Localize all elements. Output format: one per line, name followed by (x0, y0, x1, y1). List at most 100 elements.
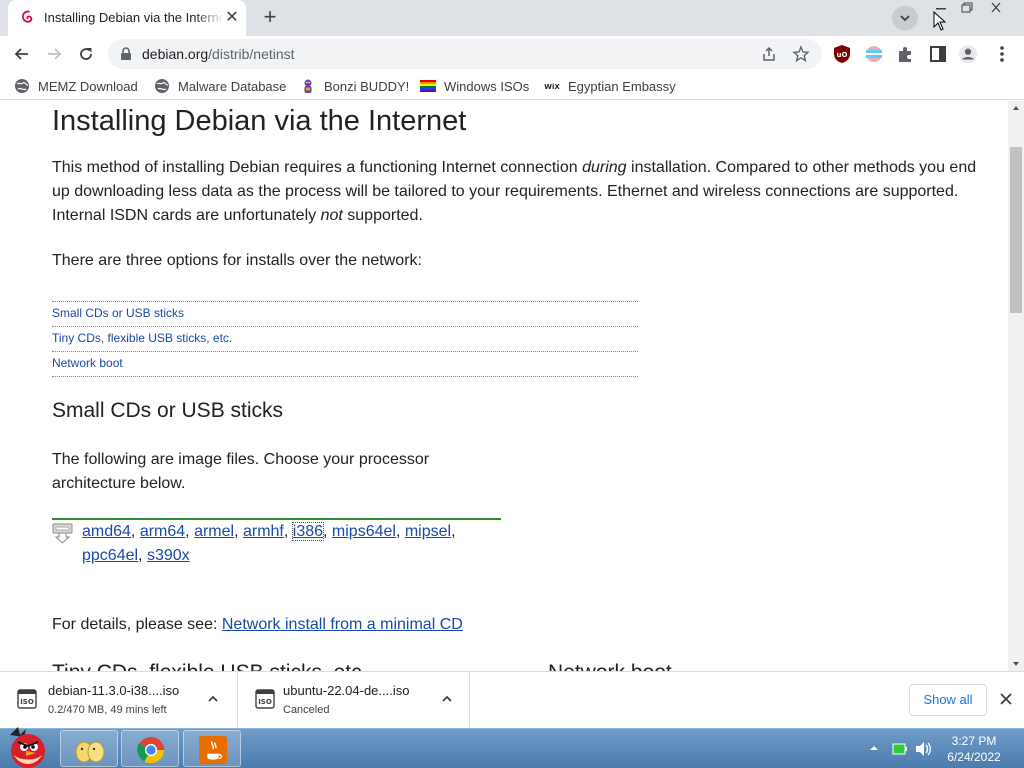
bookmark-memz-download[interactable]: MEMZ Download (14, 76, 138, 96)
download-status: Canceled (283, 704, 330, 716)
taskbar-app-chrome[interactable] (121, 730, 179, 767)
bookmark-label: Windows ISOs (444, 78, 530, 94)
profile-avatar-icon[interactable] (958, 44, 978, 64)
download-status: 0.2/470 MB, 49 mins left (48, 704, 167, 716)
taskbar-app-explorer[interactable] (60, 730, 118, 767)
restore-window-button[interactable] (954, 0, 980, 16)
options-text: There are three options for installs ove… (52, 252, 422, 269)
arch-link-mipsel[interactable]: mipsel (405, 523, 451, 540)
bookmark-malware-database[interactable]: Malware Database (154, 76, 286, 96)
next-section-heading: Tiny CDs, flexible USB sticks, etc. (52, 661, 367, 671)
bookmark-star-icon[interactable] (792, 45, 810, 63)
bonzi-icon (304, 79, 312, 93)
download-item[interactable]: ISO debian-11.3.0-i38....iso 0.2/470 MB,… (0, 672, 238, 728)
toc-link-tiny-cds[interactable]: Tiny CDs, flexible USB sticks, etc. (52, 327, 638, 352)
address-bar[interactable]: debian.org/distrib/netinst (108, 39, 822, 69)
svg-text:WiX: WiX (544, 83, 560, 91)
arrow-left-icon (14, 48, 28, 60)
back-button[interactable] (8, 40, 36, 68)
intro-emphasis-not: not (320, 207, 343, 224)
scroll-thumb[interactable] (1010, 147, 1022, 313)
lock-icon (121, 47, 131, 60)
arch-link-mips64el[interactable]: mips64el (332, 523, 396, 540)
iso-file-icon: ISO (255, 689, 275, 709)
bookmark-egyptian-embassy[interactable]: WiX Egyptian Embassy (544, 76, 676, 96)
forward-button[interactable] (40, 40, 68, 68)
chick-folder-icon (75, 741, 105, 763)
chrome-icon (137, 736, 165, 764)
clock-date: 6/24/2022 (947, 750, 1001, 764)
tab-close-button[interactable]: ✕ (222, 8, 242, 28)
details-prefix: For details, please see: (52, 616, 222, 633)
browser-toolbar: debian.org/distrib/netinst uO (0, 36, 1024, 72)
clock-time: 3:27 PM (951, 734, 997, 748)
iso-file-icon: ISO (17, 689, 37, 709)
side-panel-icon[interactable] (928, 44, 948, 64)
bookmark-label: Bonzi BUDDY! (324, 78, 410, 94)
chevron-up-icon[interactable] (206, 692, 220, 706)
arch-link-armel[interactable]: armel (194, 523, 234, 540)
scroll-down-icon[interactable] (1008, 657, 1024, 671)
tab-title-fade (194, 6, 224, 30)
share-icon[interactable] (760, 45, 778, 63)
intro-text-1: This method of installing Debian require… (52, 159, 583, 176)
architecture-links: amd64, arm64, armel, armhf, i386, mips64… (82, 522, 456, 564)
svg-text:ISO: ISO (20, 698, 34, 706)
chevron-down-icon (900, 15, 910, 22)
bookmark-label: MEMZ Download (38, 78, 138, 94)
close-icon[interactable] (996, 689, 1016, 709)
intro-text-3: supported. (342, 207, 423, 224)
image-files-text: The following are image files. Choose yo… (52, 451, 430, 492)
new-tab-button[interactable]: + (256, 5, 284, 31)
bookmark-bonzi-buddy[interactable]: Bonzi BUDDY! (300, 76, 409, 96)
tab-strip: Installing Debian via the Internet ✕ + (0, 0, 1024, 36)
download-item[interactable]: ISO ubuntu-22.04-de....iso Canceled (238, 672, 470, 728)
rainbow-flag-icon (420, 80, 436, 92)
kebab-menu-icon[interactable] (992, 44, 1012, 64)
toc-link-network-boot[interactable]: Network boot (52, 352, 638, 377)
vertical-scrollbar[interactable] (1008, 101, 1024, 671)
windows-taskbar: 3:27 PM 6/24/2022 (0, 725, 1024, 768)
url-host: debian.org (142, 46, 209, 62)
java-icon (198, 735, 228, 765)
extensions-puzzle-icon[interactable] (896, 44, 916, 64)
power-plug-icon[interactable] (892, 743, 908, 755)
page-content: Installing Debian via the Internet This … (0, 101, 1008, 671)
wix-icon: WiX (544, 83, 560, 91)
bookmark-label: Malware Database (178, 78, 287, 94)
download-filename: debian-11.3.0-i38....iso (48, 683, 180, 698)
system-clock[interactable]: 3:27 PM 6/24/2022 (938, 733, 1010, 765)
arch-link-arm64[interactable]: arm64 (140, 523, 185, 540)
scroll-up-icon[interactable] (1008, 101, 1024, 115)
bookmark-label: Egyptian Embassy (568, 78, 676, 94)
intro-emphasis-during: during (582, 159, 627, 176)
volume-icon[interactable] (914, 741, 932, 757)
network-install-link[interactable]: Network install from a minimal CD (222, 616, 463, 633)
arch-link-s390x[interactable]: s390x (147, 547, 190, 564)
arrow-right-icon (48, 48, 62, 60)
svg-text:ISO: ISO (258, 698, 272, 706)
arch-link-armhf[interactable]: armhf (243, 523, 284, 540)
ublock-origin-icon[interactable]: uO (832, 44, 852, 64)
restore-icon (961, 2, 973, 13)
taskbar-app-java[interactable] (183, 730, 241, 767)
show-all-downloads-button[interactable]: Show all (909, 684, 987, 716)
section-title: Small CDs or USB sticks (52, 399, 284, 422)
reload-button[interactable] (72, 40, 100, 68)
bookmark-windows-isos[interactable]: Windows ISOs (420, 76, 529, 96)
url-text: debian.org/distrib/netinst (142, 46, 295, 62)
show-hidden-icons-icon[interactable] (869, 743, 879, 753)
arch-link-i386[interactable]: i386 (291, 522, 325, 541)
angry-bird-start-icon (10, 727, 45, 768)
arch-link-amd64[interactable]: amd64 (82, 523, 131, 540)
trans-flag-extension-icon[interactable] (864, 44, 884, 64)
screen: Installing Debian via the Internet ✕ + d… (0, 0, 1024, 768)
chevron-up-icon[interactable] (440, 692, 454, 706)
browser-tab[interactable]: Installing Debian via the Internet ✕ (8, 0, 246, 36)
toc-link-small-cds[interactable]: Small CDs or USB sticks (52, 302, 638, 327)
arch-link-ppc64el[interactable]: ppc64el (82, 547, 138, 564)
tab-search-button[interactable] (892, 6, 918, 30)
url-path: /distrib/netinst (208, 46, 295, 62)
start-button[interactable] (2, 725, 52, 768)
close-window-button[interactable] (982, 0, 1016, 16)
